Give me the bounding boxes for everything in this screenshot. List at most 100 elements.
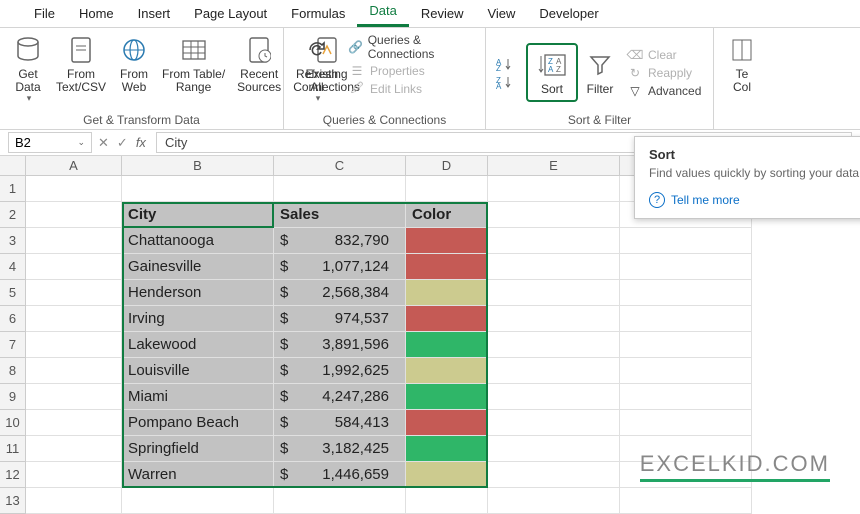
- cell[interactable]: Irving: [122, 306, 274, 332]
- row-header-8[interactable]: 8: [0, 358, 26, 384]
- cell[interactable]: [122, 488, 274, 514]
- row-header-13[interactable]: 13: [0, 488, 26, 514]
- cell[interactable]: $3,891,596: [274, 332, 406, 358]
- cell[interactable]: [488, 176, 620, 202]
- refresh-all-button[interactable]: Refresh All▾: [290, 32, 344, 106]
- row-header-5[interactable]: 5: [0, 280, 26, 306]
- cell[interactable]: [26, 306, 122, 332]
- cell[interactable]: [26, 176, 122, 202]
- cell[interactable]: Springfield: [122, 436, 274, 462]
- cell[interactable]: [26, 462, 122, 488]
- cell[interactable]: [488, 280, 620, 306]
- cell[interactable]: [488, 410, 620, 436]
- cell[interactable]: [406, 306, 488, 332]
- cell[interactable]: Gainesville: [122, 254, 274, 280]
- cell[interactable]: [620, 306, 752, 332]
- cell[interactable]: Lakewood: [122, 332, 274, 358]
- row-header-6[interactable]: 6: [0, 306, 26, 332]
- cell[interactable]: $974,537: [274, 306, 406, 332]
- from-web-button[interactable]: From Web: [112, 32, 156, 96]
- cell[interactable]: [406, 384, 488, 410]
- tab-developer[interactable]: Developer: [527, 2, 610, 27]
- cell[interactable]: [406, 358, 488, 384]
- cell[interactable]: [406, 410, 488, 436]
- queries-connections-button[interactable]: 🔗Queries & Connections: [344, 32, 479, 62]
- cell[interactable]: [406, 332, 488, 358]
- cell[interactable]: [488, 436, 620, 462]
- cell[interactable]: [620, 410, 752, 436]
- from-table-button[interactable]: From Table/ Range: [156, 32, 231, 96]
- cell[interactable]: $1,446,659: [274, 462, 406, 488]
- filter-button[interactable]: Filter: [578, 47, 622, 98]
- cell[interactable]: [26, 384, 122, 410]
- col-header-D[interactable]: D: [406, 156, 488, 176]
- cell[interactable]: [620, 280, 752, 306]
- select-all-triangle[interactable]: [0, 156, 26, 176]
- cell[interactable]: [26, 280, 122, 306]
- tab-insert[interactable]: Insert: [126, 2, 183, 27]
- cell[interactable]: [620, 488, 752, 514]
- row-header-10[interactable]: 10: [0, 410, 26, 436]
- cell[interactable]: [488, 332, 620, 358]
- row-header-11[interactable]: 11: [0, 436, 26, 462]
- get-data-button[interactable]: Get Data▾: [6, 32, 50, 106]
- cell[interactable]: Warren: [122, 462, 274, 488]
- cell[interactable]: $1,077,124: [274, 254, 406, 280]
- cell[interactable]: [406, 228, 488, 254]
- cell[interactable]: [26, 358, 122, 384]
- cell[interactable]: [620, 254, 752, 280]
- cell[interactable]: Color: [406, 202, 488, 228]
- fx-icon[interactable]: fx: [136, 135, 146, 150]
- name-box[interactable]: B2⌄: [8, 132, 92, 153]
- tab-page-layout[interactable]: Page Layout: [182, 2, 279, 27]
- tab-home[interactable]: Home: [67, 2, 126, 27]
- cell[interactable]: [26, 488, 122, 514]
- cell[interactable]: [620, 228, 752, 254]
- cell[interactable]: [488, 228, 620, 254]
- cell[interactable]: [26, 202, 122, 228]
- cell[interactable]: [406, 176, 488, 202]
- cell[interactable]: [26, 436, 122, 462]
- row-header-3[interactable]: 3: [0, 228, 26, 254]
- tab-view[interactable]: View: [475, 2, 527, 27]
- sort-button[interactable]: ZAAZ Sort: [530, 47, 574, 98]
- cell[interactable]: [488, 306, 620, 332]
- cell[interactable]: [26, 332, 122, 358]
- tell-me-more-link[interactable]: ? Tell me more: [649, 192, 860, 208]
- cell[interactable]: [488, 358, 620, 384]
- row-header-9[interactable]: 9: [0, 384, 26, 410]
- sort-desc-button[interactable]: ZA: [492, 73, 522, 91]
- from-csv-button[interactable]: From Text/CSV: [50, 32, 112, 96]
- row-header-1[interactable]: 1: [0, 176, 26, 202]
- advanced-filter-button[interactable]: ▽Advanced: [622, 82, 705, 100]
- cell[interactable]: [406, 254, 488, 280]
- tab-data[interactable]: Data: [357, 0, 408, 27]
- col-header-A[interactable]: A: [26, 156, 122, 176]
- cell[interactable]: Louisville: [122, 358, 274, 384]
- cell[interactable]: Chattanooga: [122, 228, 274, 254]
- cell[interactable]: City: [122, 202, 274, 228]
- text-to-columns-button[interactable]: Te Col: [720, 32, 764, 96]
- cell[interactable]: $1,992,625: [274, 358, 406, 384]
- cell[interactable]: [406, 488, 488, 514]
- row-header-12[interactable]: 12: [0, 462, 26, 488]
- cell[interactable]: [488, 254, 620, 280]
- col-header-E[interactable]: E: [488, 156, 620, 176]
- cell[interactable]: [26, 410, 122, 436]
- row-header-2[interactable]: 2: [0, 202, 26, 228]
- cell[interactable]: [406, 280, 488, 306]
- cell[interactable]: [488, 202, 620, 228]
- cell[interactable]: [26, 254, 122, 280]
- cell[interactable]: Sales: [274, 202, 406, 228]
- cell[interactable]: [620, 384, 752, 410]
- tab-file[interactable]: File: [22, 2, 67, 27]
- cell[interactable]: Pompano Beach: [122, 410, 274, 436]
- cell[interactable]: $832,790: [274, 228, 406, 254]
- cell[interactable]: [26, 228, 122, 254]
- cell[interactable]: [406, 462, 488, 488]
- cell[interactable]: [488, 488, 620, 514]
- cell[interactable]: Miami: [122, 384, 274, 410]
- cell[interactable]: [274, 176, 406, 202]
- sort-asc-button[interactable]: AZ: [492, 55, 522, 73]
- cell[interactable]: Henderson: [122, 280, 274, 306]
